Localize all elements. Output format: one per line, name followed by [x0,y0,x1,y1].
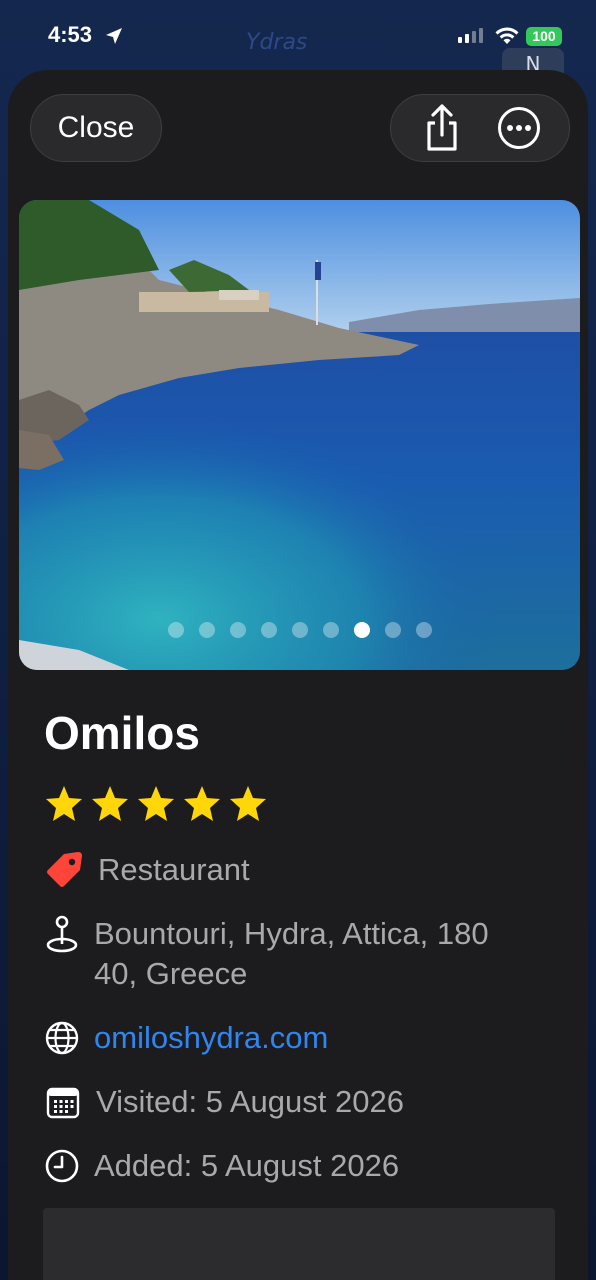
star-icon [92,786,128,821]
page-dot[interactable] [229,622,246,638]
header-actions [390,94,570,162]
place-photo [19,200,580,670]
globe-icon [45,1021,79,1055]
close-button[interactable]: Close [30,94,162,162]
share-icon [426,104,457,151]
added-row: Added: 5 August 2026 [44,1146,399,1186]
bottom-card[interactable] [43,1208,555,1280]
star-icon [138,786,174,821]
star-icon [46,786,82,821]
website-row[interactable]: omiloshydra.com [44,1018,328,1058]
share-button[interactable] [412,98,472,158]
tag-icon [47,852,82,887]
website-link[interactable]: omiloshydra.com [94,1018,328,1058]
battery-indicator: 100 [526,27,562,46]
page-dot[interactable] [260,622,277,638]
category-label: Restaurant [98,852,250,887]
page-dot[interactable] [384,622,401,638]
page-dot[interactable] [291,622,308,638]
place-photo-carousel[interactable] [19,200,580,670]
visited-date: Visited: 5 August 2026 [96,1084,404,1119]
status-bar: 4:53 100 [0,0,596,70]
page-dot[interactable] [415,622,432,638]
place-detail-sheet: Close Omilos Restaurant Bountouri, Hydra… [8,70,588,1280]
cellular-signal-icon [458,28,483,43]
ellipsis-circle-icon [497,107,540,149]
category-row: Restaurant [44,850,250,890]
more-button[interactable] [489,98,549,158]
calendar-icon [46,1087,80,1119]
rating-stars [44,784,268,824]
clock-icon [45,1149,79,1183]
page-dot[interactable] [198,622,215,638]
added-date: Added: 5 August 2026 [94,1148,400,1183]
address-text[interactable]: Bountouri, Hydra, Attica, 180 40, Greece [94,914,524,994]
page-dot[interactable] [167,622,184,638]
location-arrow-icon [106,28,122,44]
page-dot[interactable] [353,622,370,638]
photo-page-indicator[interactable] [19,622,580,638]
page-dot[interactable] [322,622,339,638]
status-time: 4:53 [48,22,93,47]
map-pin-icon [46,915,78,953]
star-icon [230,786,266,821]
visited-row: Visited: 5 August 2026 [44,1082,404,1122]
star-icon [184,786,220,821]
place-title: Omilos [44,707,200,759]
wifi-icon [495,27,519,44]
address-row[interactable]: Bountouri, Hydra, Attica, 180 40, Greece [44,914,524,994]
